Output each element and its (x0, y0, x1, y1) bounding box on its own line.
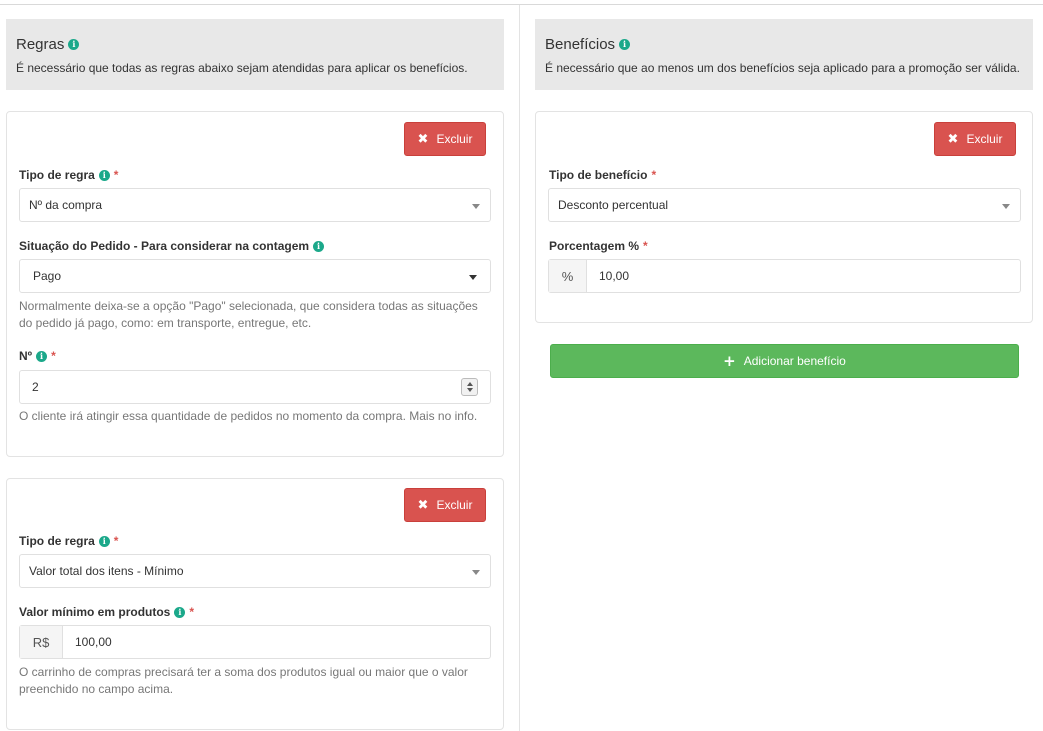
info-icon[interactable]: i (619, 39, 631, 50)
required-marker: * (113, 168, 119, 182)
close-icon: ✖ (417, 131, 429, 147)
benefits-description: É necessário que ao menos um dos benefíc… (545, 61, 1020, 75)
min-value-label-text: Valor mínimo em produtos (19, 605, 171, 619)
delete-rule-1-button[interactable]: ✖ Excluir (404, 122, 486, 156)
info-icon[interactable]: i (98, 535, 110, 547)
benefits-title: Benefícios (545, 36, 616, 53)
chevron-down-icon (472, 204, 480, 209)
info-icon[interactable]: i (68, 39, 80, 50)
rules-title: Regras (16, 36, 65, 53)
order-number-help: O cliente irá atingir essa quantidade de… (19, 409, 478, 423)
percent-addon: % (549, 260, 587, 292)
benefit-type-label-text: Tipo de benefício (549, 168, 648, 182)
order-number-label-text: Nº (19, 349, 33, 363)
delete-label: Excluir (436, 132, 473, 146)
required-marker: * (189, 605, 195, 619)
order-number-label: Nº i * (19, 349, 56, 363)
benefits-header: Benefícios i É necessário que ao menos u… (535, 19, 1033, 90)
order-number-input[interactable]: 2 (19, 370, 491, 404)
add-benefit-label: Adicionar benefício (743, 354, 846, 368)
benefit-type-label: Tipo de benefício * (549, 168, 656, 182)
delete-label: Excluir (966, 132, 1003, 146)
required-marker: * (643, 239, 648, 253)
rules-header: Regras i É necessário que todas as regra… (6, 19, 504, 90)
order-number-value: 2 (32, 380, 39, 394)
info-icon[interactable]: i (98, 169, 110, 181)
number-stepper[interactable] (461, 378, 478, 396)
help-line: O carrinho de compras precisará ter a so… (19, 665, 468, 679)
rule-type-select[interactable]: Nº da compra (19, 188, 491, 222)
currency-addon: R$ (20, 626, 63, 658)
chevron-down-icon (1002, 204, 1010, 209)
percentage-value: 10,00 (599, 269, 630, 283)
percentage-input[interactable]: % 10,00 (548, 259, 1021, 293)
rule-type-label: Tipo de regra i * (19, 534, 118, 548)
percentage-label: Porcentagem % * (549, 239, 648, 253)
required-marker: * (51, 349, 56, 363)
benefit-type-value: Desconto percentual (558, 198, 669, 212)
required-marker: * (651, 168, 657, 182)
rules-description: É necessário que todas as regras abaixo … (16, 61, 468, 75)
order-status-label: Situação do Pedido - Para considerar na … (19, 239, 325, 253)
benefit-type-select[interactable]: Desconto percentual (548, 188, 1021, 222)
close-icon: ✖ (417, 497, 429, 513)
rule-type-label-text: Tipo de regra (19, 534, 95, 548)
delete-benefit-1-button[interactable]: ✖ Excluir (934, 122, 1016, 156)
required-marker: * (113, 534, 119, 548)
rule-type-value: Valor total dos itens - Mínimo (29, 564, 184, 578)
order-status-value: Pago (33, 269, 62, 283)
info-icon[interactable]: i (36, 350, 48, 362)
stepper-up-icon[interactable] (466, 382, 473, 386)
column-divider (519, 5, 520, 731)
help-line: do pedido já pago, como: em transporte, … (19, 316, 312, 330)
order-status-label-text: Situação do Pedido - Para considerar na … (19, 239, 310, 253)
close-icon: ✖ (947, 131, 959, 147)
add-benefit-button[interactable]: + Adicionar benefício (550, 344, 1019, 378)
min-value-help: O carrinho de compras precisará ter a so… (19, 664, 468, 698)
rule-type-select[interactable]: Valor total dos itens - Mínimo (19, 554, 491, 588)
rule-type-label: Tipo de regra i * (19, 168, 118, 182)
info-icon[interactable]: i (174, 606, 186, 618)
top-border (0, 4, 1043, 5)
order-status-help: Normalmente deixa-se a opção "Pago" sele… (19, 298, 478, 332)
help-line: Normalmente deixa-se a opção "Pago" sele… (19, 299, 478, 313)
min-value-input[interactable]: R$ 100,00 (19, 625, 491, 659)
rule-type-label-text: Tipo de regra (19, 168, 95, 182)
plus-icon: + (723, 352, 736, 370)
percentage-label-text: Porcentagem % (549, 239, 640, 253)
min-value-label: Valor mínimo em produtos i * (19, 605, 194, 619)
order-status-select[interactable]: Pago (19, 259, 491, 293)
info-icon[interactable]: i (313, 240, 325, 252)
rule-type-value: Nº da compra (29, 198, 103, 212)
chevron-down-icon (469, 275, 477, 280)
stepper-down-icon[interactable] (466, 388, 473, 392)
min-value-value: 100,00 (75, 635, 112, 649)
delete-label: Excluir (436, 498, 473, 512)
chevron-down-icon (472, 570, 480, 575)
delete-rule-2-button[interactable]: ✖ Excluir (404, 488, 486, 522)
help-line: preenchido no campo acima. (19, 682, 174, 696)
